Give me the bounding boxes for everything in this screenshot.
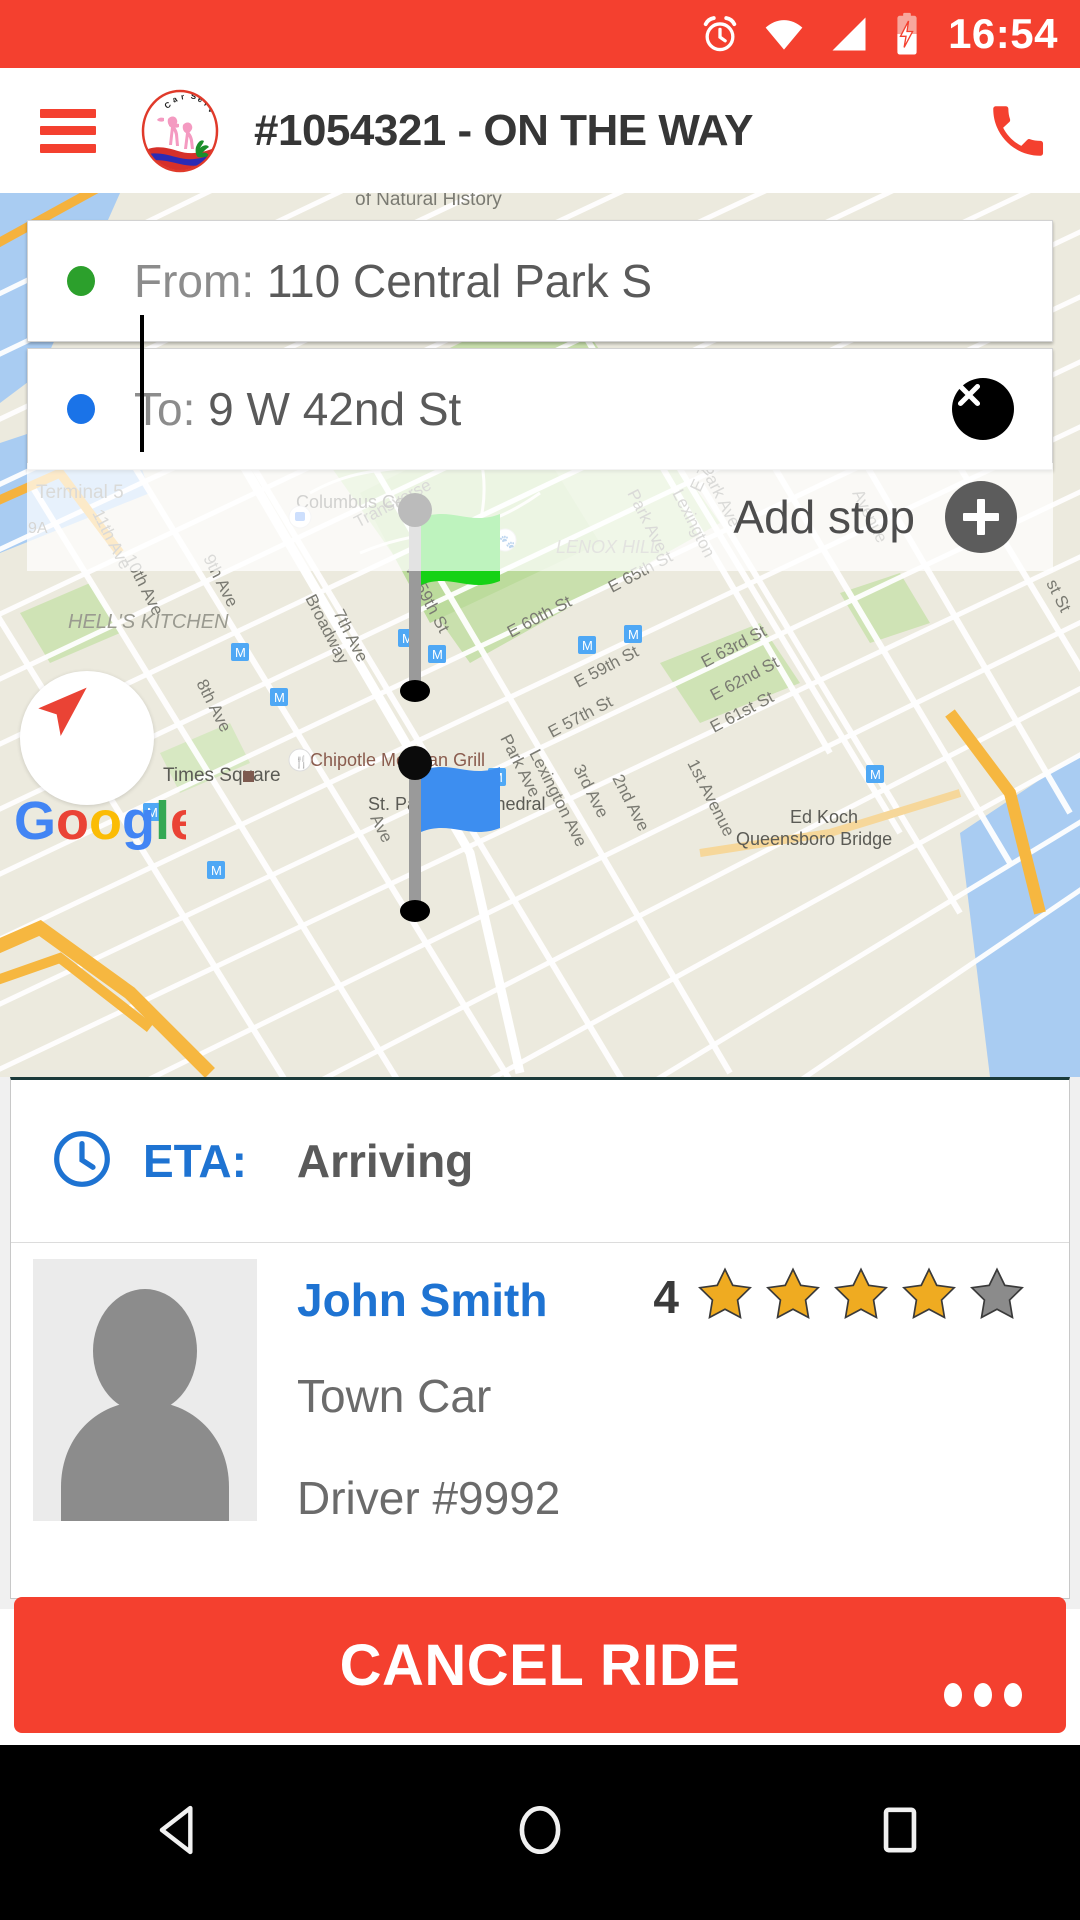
star-icon xyxy=(899,1265,959,1328)
svg-text:M: M xyxy=(432,647,443,662)
status-bar: 16:54 xyxy=(0,0,1080,68)
svg-text:Google: Google xyxy=(14,793,186,851)
svg-text:Queensboro Bridge: Queensboro Bridge xyxy=(736,829,892,849)
pickup-address-text: From: 110 Central Park S xyxy=(134,254,652,308)
wifi-icon xyxy=(760,12,808,56)
star-icon xyxy=(763,1265,823,1328)
app-bar: C a r S e r v #1054321 - ON THE WAY xyxy=(0,68,1080,193)
rating-value: 4 xyxy=(653,1270,679,1323)
dropoff-dot-wrapper xyxy=(28,394,134,424)
svg-text:M: M xyxy=(628,627,639,642)
svg-text:Ed Koch: Ed Koch xyxy=(790,807,858,827)
star-icon xyxy=(695,1265,755,1328)
svg-text:M: M xyxy=(870,767,881,782)
star-icon xyxy=(831,1265,891,1328)
status-bar-clock: 16:54 xyxy=(948,10,1058,57)
battery-charging-icon xyxy=(890,11,924,57)
eta-value: Arriving xyxy=(296,1135,474,1187)
ride-details-panel: ETA: Arriving John Smith Town Car Driver… xyxy=(0,1077,1080,1609)
more-options-icon[interactable] xyxy=(944,1683,1022,1707)
dropoff-address-field[interactable]: To: 9 W 42nd St xyxy=(27,348,1053,470)
driver-row[interactable]: John Smith Town Car Driver #9992 4 xyxy=(11,1243,1069,1598)
route-addresses: From: 110 Central Park S To: 9 W 42nd St xyxy=(27,220,1053,470)
driver-id: Driver #9992 xyxy=(297,1472,561,1524)
star-outline-icon xyxy=(967,1265,1027,1328)
flamingo-car-service-logo: C a r S e r v xyxy=(138,88,222,173)
phone-call-icon[interactable] xyxy=(982,95,1054,167)
alarm-icon xyxy=(698,12,742,56)
add-stop-label: Add stop xyxy=(733,491,915,543)
clock-icon xyxy=(49,1126,115,1197)
svg-text:M: M xyxy=(211,863,222,878)
pickup-dot-wrapper xyxy=(28,266,134,296)
driver-rating: 4 xyxy=(653,1265,1027,1328)
eta-row: ETA: Arriving xyxy=(11,1080,1069,1243)
close-circle-icon[interactable] xyxy=(952,378,1014,440)
hamburger-menu-icon[interactable] xyxy=(40,108,96,153)
pickup-dot-icon xyxy=(67,266,95,296)
cancel-ride-button[interactable]: CANCEL RIDE xyxy=(14,1597,1066,1733)
pickup-value: 110 Central Park S xyxy=(266,255,653,307)
android-navigation-bar xyxy=(0,1745,1080,1920)
dropoff-dot-icon xyxy=(67,394,95,424)
svg-text:HELL'S KITCHEN: HELL'S KITCHEN xyxy=(68,611,229,633)
add-stop-row[interactable]: Add stop xyxy=(27,463,1053,571)
pickup-label: From: xyxy=(134,255,255,307)
cancel-ride-label: CANCEL RIDE xyxy=(339,1632,741,1698)
route-connector-line xyxy=(140,315,144,452)
home-circle-icon[interactable] xyxy=(509,1799,571,1866)
map-view[interactable]: of Natural History n Bre E 86 Terminal 5… xyxy=(0,193,1080,1077)
svg-text:M: M xyxy=(274,690,285,705)
svg-text:M: M xyxy=(582,638,593,653)
back-triangle-icon[interactable] xyxy=(149,1799,211,1866)
cellular-signal-icon xyxy=(826,12,872,56)
svg-text:Chipotle Mexican Grill: Chipotle Mexican Grill xyxy=(310,750,485,770)
svg-text:Times Square: Times Square xyxy=(163,765,281,786)
driver-info: John Smith Town Car Driver #9992 4 xyxy=(257,1259,1069,1598)
eta-label: ETA: xyxy=(143,1135,247,1187)
svg-text:🍴: 🍴 xyxy=(294,755,309,769)
navigation-arrow-icon[interactable] xyxy=(20,671,154,805)
dropoff-value: 9 W 42nd St xyxy=(208,383,462,435)
driver-vehicle: Town Car xyxy=(297,1370,492,1422)
dropoff-address-text: To: 9 W 42nd St xyxy=(134,382,461,436)
recents-square-icon[interactable] xyxy=(869,1799,931,1866)
svg-text:of Natural History: of Natural History xyxy=(355,193,502,210)
svg-text:M: M xyxy=(235,645,246,660)
app-screen: 16:54 C a r S e #1054321 - ON THE WAY of… xyxy=(0,0,1080,1920)
pickup-address-field[interactable]: From: 110 Central Park S xyxy=(27,220,1053,342)
plus-icon[interactable] xyxy=(945,481,1017,553)
driver-avatar-placeholder xyxy=(33,1259,257,1521)
page-title: #1054321 - ON THE WAY xyxy=(254,105,754,155)
